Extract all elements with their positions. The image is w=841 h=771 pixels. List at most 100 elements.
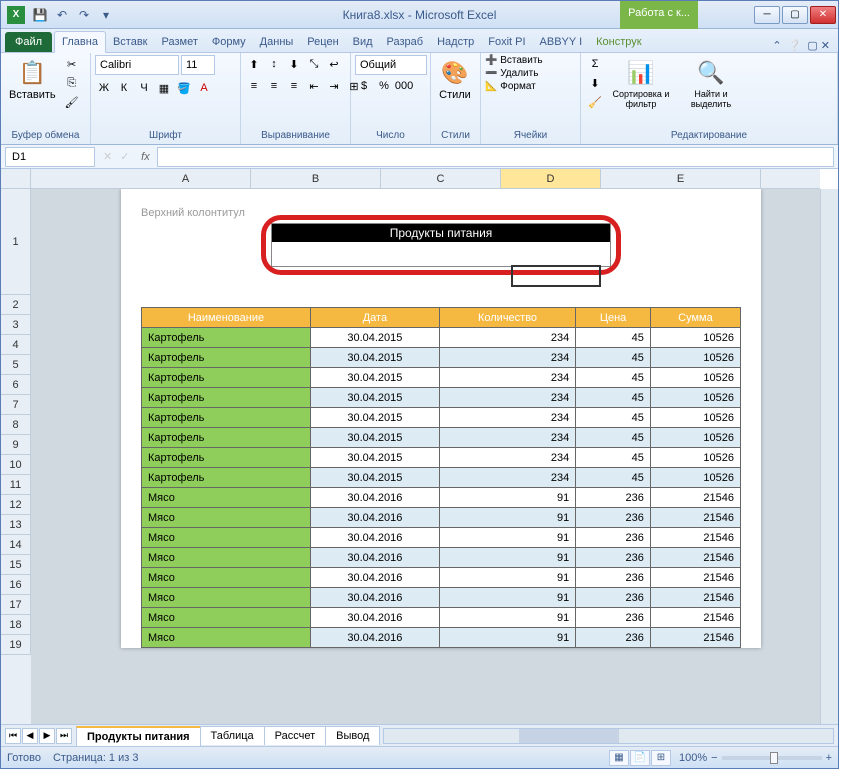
table-cell[interactable]: 21546	[650, 608, 740, 628]
table-cell[interactable]: 10526	[650, 328, 740, 348]
table-cell[interactable]: 91	[439, 488, 575, 508]
close-button[interactable]: ✕	[810, 6, 836, 24]
currency-button[interactable]: $	[355, 77, 373, 95]
table-cell[interactable]: 30.04.2016	[310, 608, 439, 628]
table-cell[interactable]: 30.04.2015	[310, 348, 439, 368]
table-cell[interactable]: 236	[576, 548, 651, 568]
sheet-tab-output[interactable]: Вывод	[325, 726, 380, 745]
row-header[interactable]: 15	[1, 555, 31, 575]
table-cell[interactable]: Картофель	[142, 428, 311, 448]
table-cell[interactable]: 10526	[650, 448, 740, 468]
row-header[interactable]: 16	[1, 575, 31, 595]
table-cell[interactable]: Картофель	[142, 468, 311, 488]
redo-button[interactable]: ↷	[75, 6, 93, 24]
orientation-button[interactable]: ⤡	[305, 55, 323, 73]
tab-addins[interactable]: Надстр	[430, 32, 481, 52]
col-header-a[interactable]: A	[121, 169, 251, 188]
sort-filter-button[interactable]: 📊 Сортировка и фильтр	[607, 55, 675, 111]
table-cell[interactable]: 30.04.2016	[310, 508, 439, 528]
table-cell[interactable]: Мясо	[142, 548, 311, 568]
tab-home[interactable]: Главна	[54, 31, 106, 53]
tab-foxit[interactable]: Foxit PI	[481, 32, 532, 52]
table-cell[interactable]: Мясо	[142, 568, 311, 588]
table-cell[interactable]: 30.04.2016	[310, 488, 439, 508]
table-cell[interactable]: 30.04.2015	[310, 448, 439, 468]
table-header-cell[interactable]: Дата	[310, 308, 439, 328]
table-cell[interactable]: 30.04.2015	[310, 428, 439, 448]
row-header[interactable]: 9	[1, 435, 31, 455]
tab-insert[interactable]: Вставк	[106, 32, 155, 52]
table-cell[interactable]: 236	[576, 588, 651, 608]
row-header[interactable]: 17	[1, 595, 31, 615]
table-cell[interactable]: 45	[576, 468, 651, 488]
table-cell[interactable]: 234	[439, 348, 575, 368]
table-cell[interactable]: 10526	[650, 428, 740, 448]
table-cell[interactable]: 45	[576, 428, 651, 448]
tab-nav-next[interactable]: ▶	[39, 728, 55, 744]
paste-button[interactable]: 📋 Вставить	[5, 55, 60, 103]
row-header[interactable]: 11	[1, 475, 31, 495]
table-cell[interactable]: Мясо	[142, 508, 311, 528]
table-cell[interactable]: 234	[439, 448, 575, 468]
table-cell[interactable]: 45	[576, 368, 651, 388]
table-cell[interactable]: 45	[576, 348, 651, 368]
name-box[interactable]: D1	[5, 147, 95, 167]
align-top-button[interactable]: ⬆	[245, 55, 263, 73]
row-header[interactable]: 10	[1, 455, 31, 475]
table-cell[interactable]: 236	[576, 628, 651, 648]
table-cell[interactable]: 21546	[650, 548, 740, 568]
col-header-e[interactable]: E	[601, 169, 761, 188]
table-cell[interactable]: 10526	[650, 368, 740, 388]
row-header[interactable]: 5	[1, 355, 31, 375]
table-cell[interactable]: Картофель	[142, 388, 311, 408]
row-header[interactable]: 4	[1, 335, 31, 355]
header-title-text[interactable]: Продукты питания	[272, 224, 610, 242]
align-left-button[interactable]: ≡	[245, 77, 263, 95]
cancel-formula-icon[interactable]: ✕	[99, 150, 116, 163]
minimize-ribbon-icon[interactable]: ⌃	[772, 39, 781, 52]
table-cell[interactable]: 91	[439, 548, 575, 568]
table-cell[interactable]: Мясо	[142, 488, 311, 508]
table-cell[interactable]: 91	[439, 608, 575, 628]
insert-cells-button[interactable]: ➕ Вставить	[485, 55, 543, 66]
table-cell[interactable]: 30.04.2016	[310, 628, 439, 648]
sheet-tab-calc[interactable]: Рассчет	[264, 726, 327, 745]
table-cell[interactable]: 30.04.2015	[310, 368, 439, 388]
table-cell[interactable]: 234	[439, 328, 575, 348]
underline-button[interactable]: Ч	[135, 79, 153, 97]
table-cell[interactable]: 91	[439, 568, 575, 588]
align-right-button[interactable]: ≡	[285, 77, 303, 95]
horizontal-scrollbar[interactable]	[383, 728, 834, 744]
table-cell[interactable]: 234	[439, 468, 575, 488]
save-button[interactable]: 💾	[31, 6, 49, 24]
sheet-tab-table[interactable]: Таблица	[200, 726, 265, 745]
table-cell[interactable]: 21546	[650, 568, 740, 588]
row-header[interactable]: 8	[1, 415, 31, 435]
table-cell[interactable]: 234	[439, 428, 575, 448]
table-cell[interactable]: 21546	[650, 528, 740, 548]
table-cell[interactable]: 30.04.2015	[310, 408, 439, 428]
fx-icon[interactable]: fx	[133, 151, 157, 163]
table-cell[interactable]: 30.04.2016	[310, 568, 439, 588]
table-header-cell[interactable]: Количество	[439, 308, 575, 328]
row-header[interactable]: 14	[1, 535, 31, 555]
align-bottom-button[interactable]: ⬇	[285, 55, 303, 73]
table-cell[interactable]: Картофель	[142, 368, 311, 388]
minimize-button[interactable]: ─	[754, 6, 780, 24]
styles-button[interactable]: 🎨 Стили	[435, 55, 475, 103]
view-page-break-button[interactable]: ⊞	[651, 750, 671, 766]
table-cell[interactable]: Мясо	[142, 588, 311, 608]
table-cell[interactable]: Мясо	[142, 628, 311, 648]
font-color-button[interactable]: A	[195, 79, 213, 97]
font-name-combo[interactable]: Calibri	[95, 55, 179, 75]
table-cell[interactable]: 234	[439, 368, 575, 388]
fill-color-button[interactable]: 🪣	[175, 79, 193, 97]
tab-nav-prev[interactable]: ◀	[22, 728, 38, 744]
copy-button[interactable]: ⎘	[62, 74, 82, 92]
comma-button[interactable]: 000	[395, 77, 413, 95]
page-header-box[interactable]: Продукты питания	[271, 223, 611, 267]
table-cell[interactable]: 30.04.2016	[310, 588, 439, 608]
sheet-tab-products[interactable]: Продукты питания	[76, 726, 201, 746]
file-tab[interactable]: Файл	[5, 32, 52, 52]
row-header[interactable]: 3	[1, 315, 31, 335]
